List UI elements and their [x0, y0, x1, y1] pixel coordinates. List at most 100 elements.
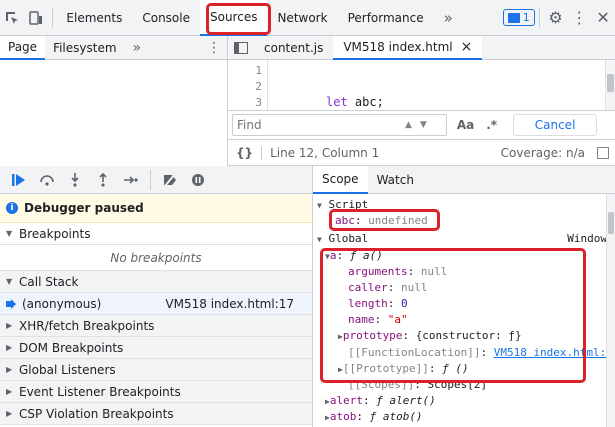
- property-row-prototype-internal[interactable]: ▶[[Prototype]]: ƒ (): [338, 361, 469, 377]
- call-frame[interactable]: (anonymous) VM518 index.html:17: [0, 293, 312, 315]
- scope-variable-alert[interactable]: ▶alert: ƒ alert(): [325, 393, 436, 409]
- gear-icon[interactable]: ⚙: [544, 0, 568, 36]
- property-value: "a": [387, 313, 408, 326]
- section-breakpoints[interactable]: ▼ Breakpoints: [0, 223, 312, 245]
- scroll-thumb[interactable]: [608, 212, 614, 234]
- devtools-toolbar: Elements Console Sources Network Perform…: [0, 0, 615, 36]
- section-global-listeners[interactable]: ▶ Global Listeners: [0, 359, 312, 381]
- scope-script-row[interactable]: ▼ Script: [317, 197, 368, 213]
- scope-label: Script: [328, 198, 369, 211]
- tab-scope[interactable]: Scope: [313, 165, 368, 194]
- property-row-prototype[interactable]: ▶prototype: {constructor: ƒ}: [338, 328, 522, 344]
- frame-name: (anonymous): [22, 296, 102, 311]
- section-title: Breakpoints: [19, 226, 91, 241]
- scope-scrollbar[interactable]: [606, 194, 615, 427]
- editor-tab-vm518[interactable]: VM518 index.html ×: [333, 35, 483, 60]
- pretty-print-icon[interactable]: {}: [228, 146, 261, 160]
- expanded-triangle-icon: ▼: [6, 229, 13, 238]
- tab-console[interactable]: Console: [132, 0, 200, 36]
- cancel-button[interactable]: Cancel: [513, 114, 598, 136]
- regex-button[interactable]: .*: [486, 118, 497, 132]
- section-event-listener-breakpoints[interactable]: ▶ Event Listener Breakpoints: [0, 381, 312, 403]
- collapsed-triangle-icon: ▶: [6, 387, 13, 396]
- step-into-icon[interactable]: [62, 168, 88, 192]
- code-editor[interactable]: 1 2 3 let abc;: [228, 60, 615, 110]
- scope-variable-abc[interactable]: abc: undefined: [335, 213, 428, 229]
- resume-icon[interactable]: [6, 168, 32, 192]
- step-over-icon[interactable]: [34, 168, 60, 192]
- property-row[interactable]: caller: null: [348, 280, 428, 296]
- property-name: prototype: [342, 329, 403, 342]
- section-call-stack[interactable]: ▼ Call Stack: [0, 271, 312, 293]
- property-value: null: [401, 281, 428, 294]
- tab-sources[interactable]: Sources: [199, 0, 268, 36]
- close-tab-icon[interactable]: ×: [461, 39, 473, 55]
- property-row-function-location[interactable]: [[FunctionLocation]]: VM518 index.html:: [348, 345, 606, 361]
- property-value: Scopes[2]: [427, 378, 488, 391]
- expanded-triangle-icon: ▼: [317, 201, 322, 210]
- coverage-toggle-icon[interactable]: [597, 146, 609, 159]
- status-bar: {} Line 12, Column 1 Coverage: n/a: [228, 140, 615, 166]
- expanded-triangle-icon: ▼: [6, 277, 13, 286]
- find-prev-icon[interactable]: ▲: [405, 120, 412, 130]
- more-tabs-chevron-icon[interactable]: »: [434, 0, 463, 36]
- code-keyword: let: [326, 95, 348, 109]
- editor-tab-content-js[interactable]: content.js: [254, 36, 333, 60]
- scope-variable-a[interactable]: ▼a: ƒ a(): [325, 248, 383, 264]
- variable-value: ƒ atob(): [369, 410, 423, 423]
- more-navigator-chevron-icon[interactable]: »: [125, 36, 150, 60]
- inspect-element-icon[interactable]: [0, 0, 24, 36]
- editor-tab-label: VM518 index.html: [343, 39, 453, 54]
- navigator-kebab-icon[interactable]: ⋮: [207, 40, 227, 56]
- section-title: Global Listeners: [19, 362, 116, 377]
- property-row-scopes[interactable]: [[Scopes]]: Scopes[2]: [348, 377, 487, 393]
- variable-name: alert: [329, 394, 363, 407]
- scope-global-row[interactable]: ▼ Global Window: [317, 231, 607, 247]
- editor-scrollbar[interactable]: [605, 60, 615, 110]
- scope-tree: ▼ Script abc: undefined ▼ Global Window …: [313, 194, 615, 427]
- section-csp-violation-breakpoints[interactable]: ▶ CSP Violation Breakpoints: [0, 403, 312, 425]
- toggle-navigator-icon[interactable]: [228, 36, 254, 60]
- property-row[interactable]: length: 0: [348, 296, 408, 312]
- section-dom-breakpoints[interactable]: ▶ DOM Breakpoints: [0, 337, 312, 359]
- property-name: name: [348, 313, 375, 326]
- device-toolbar-icon[interactable]: [24, 0, 48, 36]
- tab-network[interactable]: Network: [267, 0, 337, 36]
- close-icon[interactable]: ✕: [591, 0, 615, 36]
- pause-on-exceptions-icon[interactable]: [185, 168, 211, 192]
- collapsed-triangle-icon: ▶: [6, 321, 13, 330]
- tab-watch[interactable]: Watch: [368, 166, 423, 194]
- step-out-icon[interactable]: [90, 168, 116, 192]
- step-icon[interactable]: [118, 168, 144, 192]
- tab-page[interactable]: Page: [0, 35, 46, 60]
- function-location-link[interactable]: VM518 index.html:: [494, 346, 607, 359]
- tab-filesystem[interactable]: Filesystem: [45, 36, 124, 60]
- scroll-thumb[interactable]: [607, 74, 614, 92]
- issues-badge[interactable]: 1: [502, 9, 535, 26]
- scope-variable-atob[interactable]: ▶atob: ƒ atob(): [325, 409, 423, 425]
- property-row[interactable]: name: "a": [348, 312, 408, 328]
- scope-label: Global: [328, 232, 369, 245]
- collapsed-triangle-icon: ▶: [6, 365, 13, 374]
- find-bar: ▲ ▼ Aa .* Cancel: [228, 110, 615, 140]
- line-number: 3: [255, 96, 262, 109]
- current-frame-arrow-icon: [6, 298, 16, 309]
- section-title: Event Listener Breakpoints: [19, 384, 181, 399]
- section-xhr-breakpoints[interactable]: ▶ XHR/fetch Breakpoints: [0, 315, 312, 337]
- deactivate-breakpoints-icon[interactable]: [157, 168, 183, 192]
- match-case-button[interactable]: Aa: [457, 118, 474, 132]
- code-line: let abc;: [326, 95, 384, 109]
- frame-location[interactable]: VM518 index.html:17: [165, 297, 312, 311]
- paused-message: Debugger paused: [24, 201, 144, 215]
- tab-elements[interactable]: Elements: [56, 0, 132, 36]
- property-value: null: [420, 265, 448, 278]
- property-row[interactable]: arguments: null: [348, 264, 447, 280]
- property-name: [[FunctionLocation]]: [348, 346, 481, 359]
- line-number: 1: [255, 64, 262, 77]
- tab-performance[interactable]: Performance: [338, 0, 434, 36]
- line-number: 2: [255, 80, 262, 93]
- variable-name: abc: [335, 214, 355, 227]
- kebab-menu-icon[interactable]: ⋮: [567, 0, 591, 36]
- find-next-icon[interactable]: ▼: [420, 120, 427, 130]
- debugger-paused-banner: i Debugger paused: [0, 194, 312, 223]
